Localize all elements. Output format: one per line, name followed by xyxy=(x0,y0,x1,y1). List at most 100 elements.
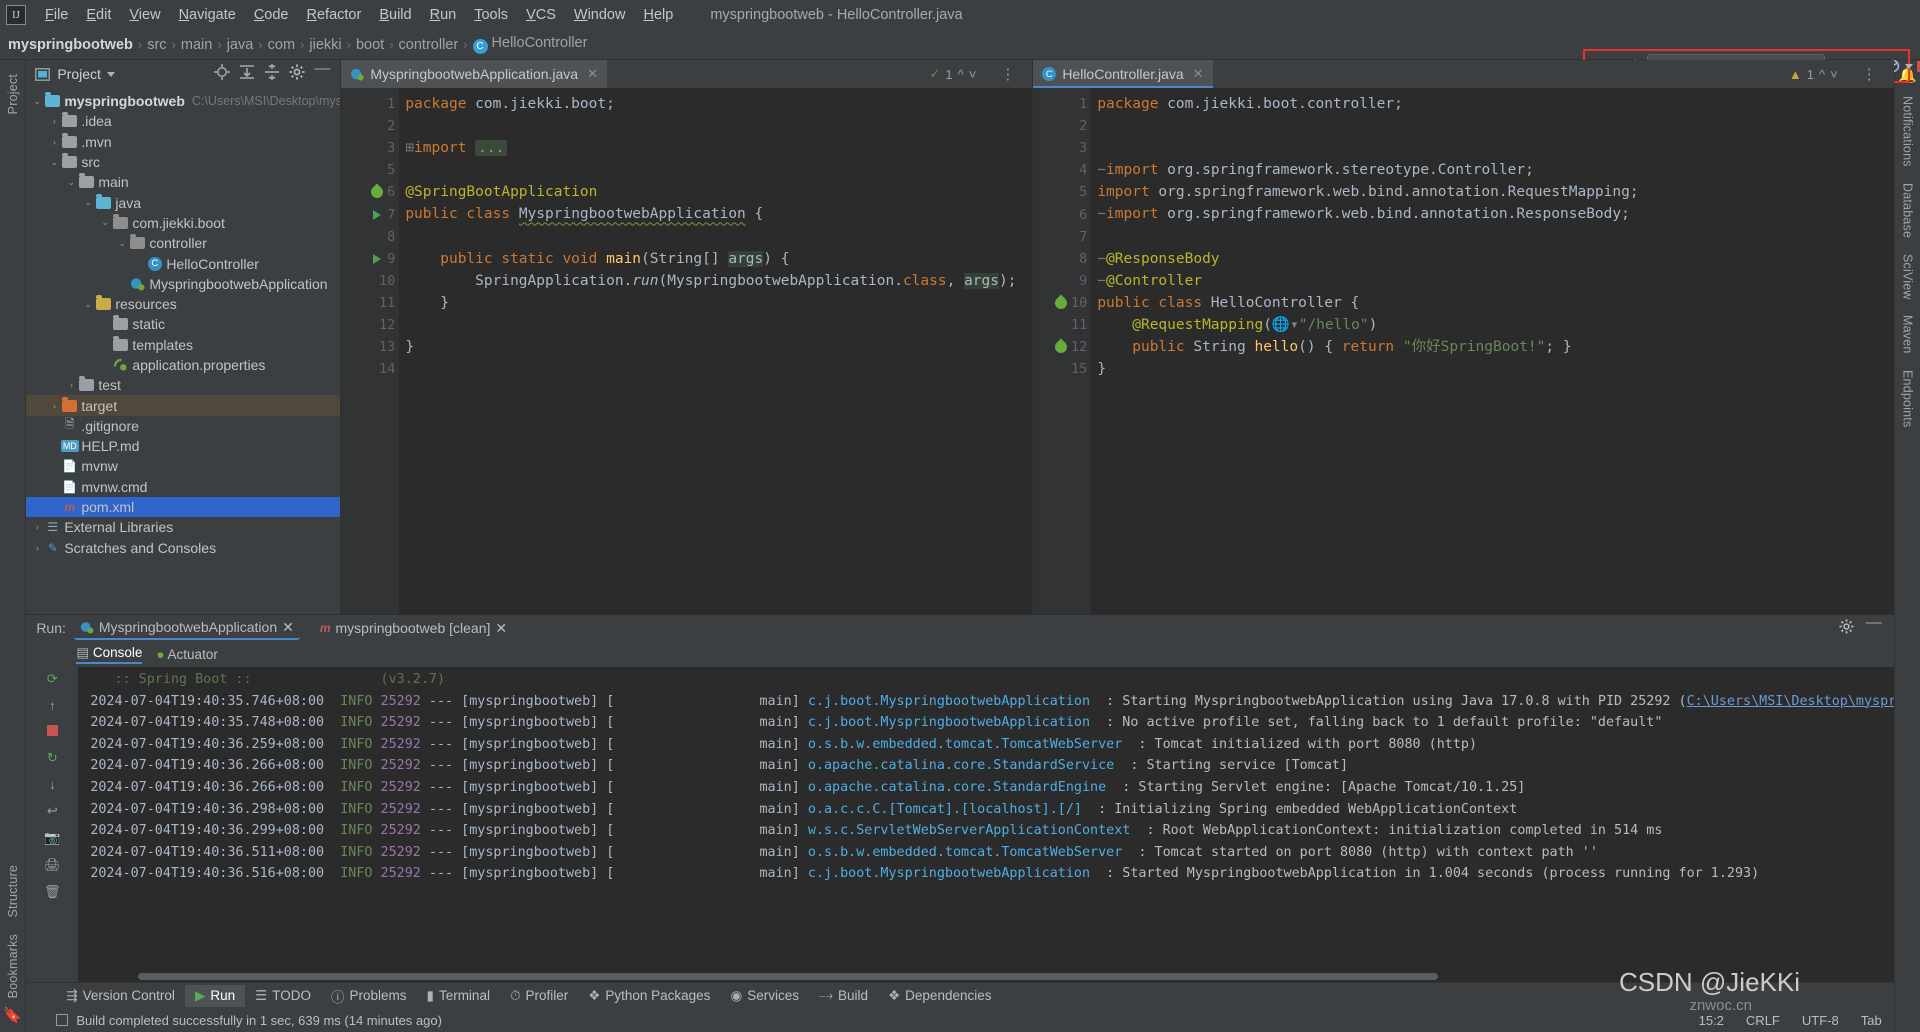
bottom-tool-bar[interactable]: ⇶ Version Control ▶ Run ☰ TODO ⓘ Problems ▮ Termi… xyxy=(26,982,1894,1009)
chevron-down-icon[interactable]: ⌄ xyxy=(81,299,95,310)
bottom-tab-terminal[interactable]: ▮ Terminal xyxy=(417,985,500,1007)
tree-node-static[interactable]: static xyxy=(26,314,340,334)
chevron-down-icon[interactable]: ⌄ xyxy=(47,157,61,168)
editor-left-text[interactable]: package com.jiekki.boot; ⊞import ... @Sp… xyxy=(399,88,1032,614)
menu-item-run[interactable]: Run xyxy=(421,4,466,26)
stripe-item-endpoints[interactable]: Endpoints xyxy=(1900,370,1914,427)
stripe-item-structure[interactable]: Structure xyxy=(6,865,20,918)
gear-icon[interactable] xyxy=(289,64,305,84)
stripe-item-maven[interactable]: Maven xyxy=(1900,315,1914,354)
editor-left-gutter[interactable]: 1 2 3 5 6 7 8 9 10 11 12 13 14 xyxy=(341,88,400,614)
chevron-down-icon[interactable]: ⌄ xyxy=(98,217,112,228)
stripe-item-notifications[interactable]: Notifications xyxy=(1900,96,1914,167)
chevron-down-icon[interactable]: ⌄ xyxy=(64,177,78,188)
tree-node-test[interactable]: › test xyxy=(26,375,340,395)
tree-node-mvnw-cmd[interactable]: 📄 mvnw.cmd xyxy=(26,477,340,497)
gear-icon[interactable] xyxy=(1839,619,1854,637)
next-highlight-icon[interactable]: ˅ xyxy=(969,67,977,82)
soft-wrap-icon[interactable]: ↩ xyxy=(47,803,58,819)
tree-node-java[interactable]: ⌄ java xyxy=(26,192,340,212)
editor-left-code[interactable]: 1 2 3 5 6 7 8 9 10 11 12 13 14 package com.jiekki.bo… xyxy=(341,88,1033,614)
bottom-tab-profiler[interactable]: ⏱ Profiler xyxy=(500,985,578,1007)
menu-item-tools[interactable]: Tools xyxy=(465,4,517,26)
menu-item-build[interactable]: Build xyxy=(370,4,420,26)
tree-node-application-properties[interactable]: application.properties xyxy=(26,355,340,375)
breadcrumb-item-6[interactable]: boot xyxy=(356,37,384,53)
hide-icon[interactable]: — xyxy=(1866,615,1882,637)
bottom-tab-problems[interactable]: ⓘ Problems xyxy=(321,983,417,1009)
chevron-right-icon[interactable]: › xyxy=(47,137,61,147)
chevron-down-icon[interactable]: ⌄ xyxy=(81,197,95,208)
chevron-down-icon[interactable]: ⌄ xyxy=(115,238,129,249)
subtab-console[interactable]: ▤ Console xyxy=(76,645,142,664)
run-gutter-icon[interactable] xyxy=(370,209,384,220)
bottom-tab-services[interactable]: ◉ Services xyxy=(720,985,809,1007)
chevron-right-icon[interactable]: › xyxy=(64,380,78,390)
tree-node-controller[interactable]: ⌄ controller xyxy=(26,233,340,253)
breadcrumb-leaf[interactable]: C HelloController xyxy=(472,35,587,54)
chevron-right-icon[interactable]: › xyxy=(30,522,44,532)
tree-node-help-md[interactable]: MD HELP.md xyxy=(26,436,340,456)
bottom-tab-version-control[interactable]: ⇶ Version Control xyxy=(56,985,185,1007)
close-icon[interactable]: ✕ xyxy=(1193,66,1204,82)
tree-node--mvn[interactable]: › .mvn xyxy=(26,132,340,152)
tree-node-external-libraries[interactable]: › ☰ External Libraries xyxy=(26,517,340,537)
camera-icon[interactable]: 📷 xyxy=(44,830,60,846)
scroll-up-icon[interactable]: ↑ xyxy=(49,698,56,713)
editor-right-more-icon[interactable]: ⋮ xyxy=(1854,65,1886,83)
tree-node-pom-xml[interactable]: m pom.xml xyxy=(26,496,341,518)
tree-node-myspringbootwebapplication[interactable]: MyspringbootwebApplication xyxy=(26,274,340,294)
run-gutter-icon[interactable] xyxy=(370,253,384,264)
expand-all-icon[interactable] xyxy=(239,64,255,84)
tree-node-target[interactable]: › target xyxy=(26,395,341,416)
tree-node-hellocontroller[interactable]: C HelloController xyxy=(26,253,340,273)
bottom-tab-todo[interactable]: ☰ TODO xyxy=(245,985,321,1007)
spring-bean-gutter-icon[interactable] xyxy=(1052,294,1070,312)
tree-node-resources[interactable]: ⌄ resources xyxy=(26,294,340,314)
warning-status[interactable]: ▲ 1 ^ ˅ xyxy=(1789,67,1844,82)
spring-endpoint-gutter-icon[interactable] xyxy=(1052,338,1070,356)
bottom-tab-run[interactable]: ▶ Run xyxy=(184,984,246,1007)
editor-left-more-icon[interactable]: ⋮ xyxy=(992,65,1024,83)
chevron-down-icon[interactable]: ⌄ xyxy=(30,96,44,107)
chevron-right-icon[interactable]: › xyxy=(30,543,44,553)
print-icon[interactable]: 🖨 xyxy=(44,857,61,873)
run-subtabs[interactable]: ▤ Console ● Actuator xyxy=(26,641,1893,667)
tab-myspringbootwebapplication[interactable]: MyspringbootwebApplication.java ✕ xyxy=(341,60,608,88)
tree-node-templates[interactable]: templates xyxy=(26,335,340,355)
chevron-right-icon[interactable]: › xyxy=(47,401,61,411)
tree-node-mvnw[interactable]: 📄 mvnw xyxy=(26,456,340,476)
stripe-item-project[interactable]: Project xyxy=(6,74,20,114)
close-icon[interactable]: ✕ xyxy=(587,66,598,82)
subtab-actuator[interactable]: ● Actuator xyxy=(156,647,217,662)
breadcrumb[interactable]: myspringbootweb › src › main › java › com › jiekki… xyxy=(8,35,587,54)
breadcrumb-item-7[interactable]: controller xyxy=(399,37,459,53)
indent-setting[interactable]: Tab xyxy=(1861,1013,1882,1028)
rerun-failed-icon[interactable]: ↻ xyxy=(47,750,58,766)
tree-node-com-jiekki-boot[interactable]: ⌄ com.jiekki.boot xyxy=(26,213,340,233)
menu-item-refactor[interactable]: Refactor xyxy=(298,4,371,26)
breadcrumb-item-0[interactable]: myspringbootweb xyxy=(8,37,133,53)
bottom-tab-dependencies[interactable]: ❖ Dependencies xyxy=(878,985,1001,1007)
menu-item-file[interactable]: File xyxy=(36,4,77,26)
bottom-tab-python-packages[interactable]: ❖ Python Packages xyxy=(578,985,720,1007)
menu-item-code[interactable]: Code xyxy=(245,4,298,26)
previous-highlight-icon[interactable]: ^ xyxy=(1819,67,1825,82)
console-output[interactable]: :: Spring Boot :: (v3.2.7) 2024-07-04T19… xyxy=(78,667,1894,982)
project-tree[interactable]: ⌄ myspringbootweb C:\Users\MSI\Desktop\mys… xyxy=(26,88,341,614)
bookmark-icon[interactable]: 🔖 xyxy=(3,1006,22,1024)
caret-position[interactable]: 15:2 xyxy=(1699,1013,1724,1028)
menu-item-navigate[interactable]: Navigate xyxy=(170,4,245,26)
breadcrumb-item-3[interactable]: java xyxy=(227,37,254,53)
chevron-right-icon[interactable]: › xyxy=(47,116,61,126)
scroll-down-icon[interactable]: ↓ xyxy=(49,777,56,792)
run-tabs[interactable]: MyspringbootwebApplication ✕ m myspringboot… xyxy=(73,617,513,640)
menu-item-help[interactable]: Help xyxy=(634,4,682,26)
project-chevron-down-icon[interactable] xyxy=(106,71,115,77)
next-highlight-icon[interactable]: ˅ xyxy=(1830,67,1838,82)
stripe-item-database[interactable]: Database xyxy=(1900,183,1914,238)
menu-item-edit[interactable]: Edit xyxy=(77,4,120,26)
run-tab-1[interactable]: m myspringbootweb [clean] ✕ xyxy=(314,618,513,639)
tree-node-myspringbootweb[interactable]: ⌄ myspringbootweb C:\Users\MSI\Desktop\mys xyxy=(26,91,340,111)
editor-right-gutter[interactable]: 1 2 3 4 5 6 7 8 9 10 11 12 15 xyxy=(1033,88,1092,614)
